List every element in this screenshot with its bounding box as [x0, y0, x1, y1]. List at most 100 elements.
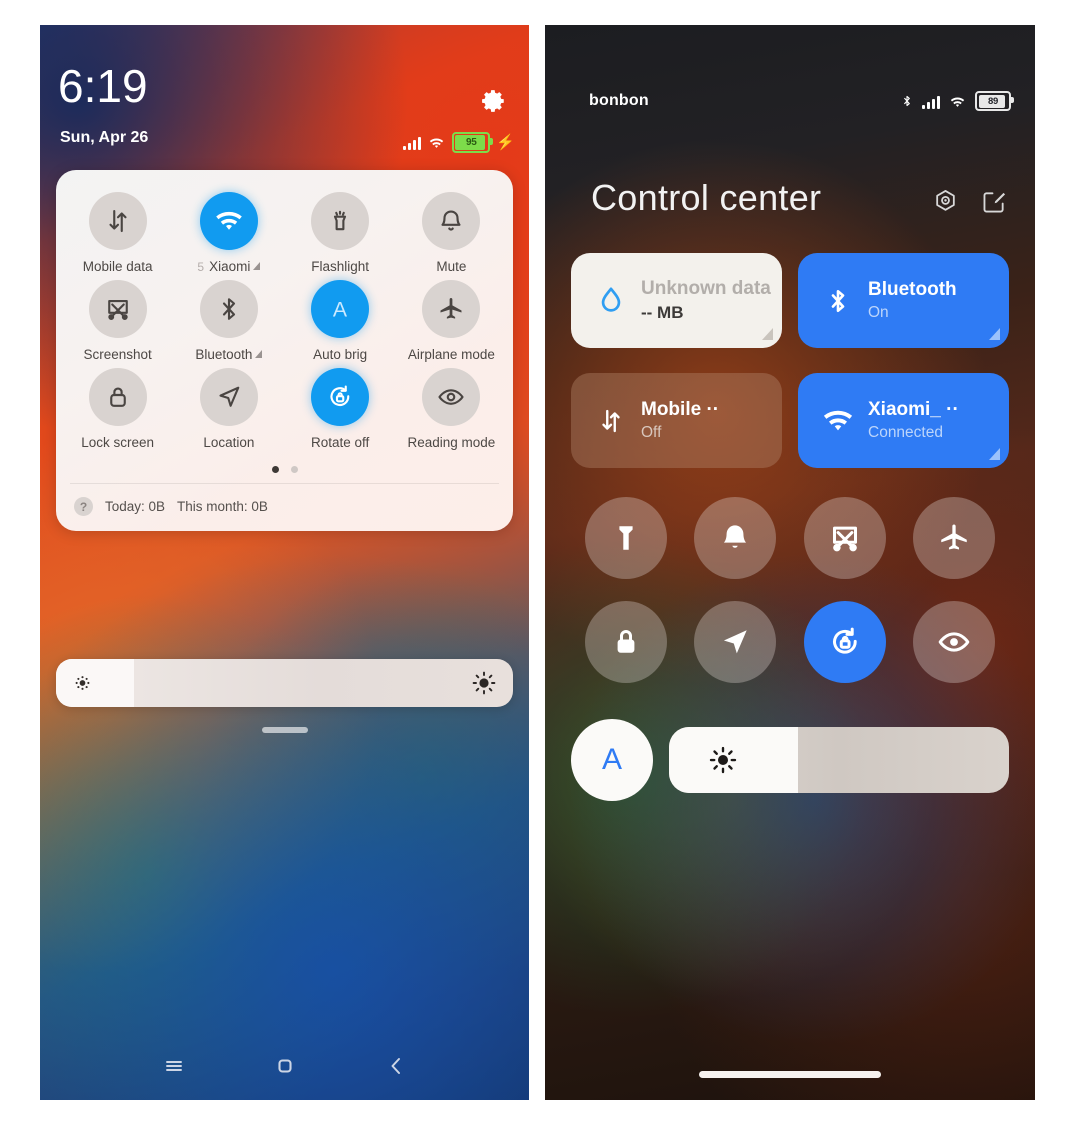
qs-tile-auto-brightness[interactable]: A Auto brig: [285, 280, 396, 362]
brightness-slider-right[interactable]: [669, 727, 1009, 793]
cc-tile-airplane-mode[interactable]: [913, 497, 996, 579]
cc-tile-location[interactable]: [694, 601, 777, 683]
quick-settings-card: Mobile data 5 Xiaomi Flashlight Mute Scr…: [56, 170, 513, 531]
signal-bars-icon: [922, 94, 940, 109]
back-chevron-icon[interactable]: [383, 1053, 409, 1079]
brightness-low-icon: [73, 674, 92, 693]
quick-settings-grid: Mobile data 5 Xiaomi Flashlight Mute Scr…: [56, 170, 513, 454]
cc-tile-mute[interactable]: [694, 497, 777, 579]
big-tile-title: Unknown data: [641, 278, 771, 300]
big-tile-text: Bluetooth On: [868, 279, 957, 322]
recents-menu-icon[interactable]: [161, 1053, 187, 1079]
airplane-icon[interactable]: [422, 280, 481, 338]
qs-label: Location: [203, 435, 255, 450]
qs-tile-reading-mode[interactable]: Reading mode: [396, 368, 507, 450]
home-indicator-bar[interactable]: [699, 1071, 881, 1078]
qs-tile-location[interactable]: Location: [173, 368, 284, 450]
expand-triangle-icon[interactable]: [255, 350, 263, 358]
big-tile-text: Mobile ·· Off: [641, 399, 719, 442]
brightness-high-icon: [708, 745, 738, 775]
signal-bars-icon: [403, 135, 422, 150]
bell-icon[interactable]: [422, 192, 481, 250]
wifi-icon[interactable]: [199, 192, 258, 250]
qs-label: Screenshot: [83, 347, 152, 362]
qs-tile-wifi[interactable]: 5 Xiaomi: [173, 192, 284, 274]
auto-brightness-a-icon[interactable]: A: [311, 280, 370, 338]
page-dot-2[interactable]: [290, 466, 298, 473]
page-indicator[interactable]: [56, 454, 513, 483]
cc-tile-lock-screen[interactable]: [584, 601, 667, 683]
rotate-lock-icon[interactable]: [311, 368, 370, 426]
left-status-bar: 6:19 Sun, Apr 26 95 ⚡: [40, 25, 529, 155]
page-dot-1[interactable]: [271, 466, 279, 473]
big-tile-mobile-data[interactable]: Mobile ·· Off: [571, 373, 782, 468]
auto-brightness-a-icon[interactable]: A: [571, 719, 653, 801]
bluetooth-icon: [904, 95, 910, 107]
big-tile-text: Unknown data -- MB: [641, 278, 771, 323]
big-tile-wifi[interactable]: Xiaomi_ ·· Connected: [798, 373, 1009, 468]
lightning-bolt-icon: ⚡: [496, 134, 515, 151]
qs-label: Rotate off: [310, 435, 370, 450]
control-center-grid: [571, 497, 1009, 683]
drag-handle[interactable]: [261, 727, 308, 733]
expand-triangle-icon[interactable]: [253, 262, 261, 270]
expand-triangle-icon[interactable]: [989, 448, 1000, 460]
location-arrow-icon[interactable]: [199, 368, 258, 426]
qs-tile-screenshot[interactable]: Screenshot: [62, 280, 173, 362]
big-tile-title: Bluetooth: [868, 279, 957, 301]
brightness-fill: [56, 659, 134, 707]
qs-label: Airplane mode: [407, 347, 495, 362]
gear-icon[interactable]: [481, 88, 507, 114]
right-system-icons: 89: [900, 91, 1014, 111]
big-tile-bluetooth[interactable]: Bluetooth On: [798, 253, 1009, 348]
brightness-slider-left[interactable]: [56, 659, 513, 707]
data-usage-row[interactable]: ? Today: 0B This month: 0B: [56, 484, 513, 531]
big-tile-subtitle: Connected: [868, 423, 943, 441]
home-square-icon[interactable]: [272, 1053, 298, 1079]
screenshot-icon[interactable]: [88, 280, 147, 338]
bluetooth-icon: [818, 286, 858, 316]
qs-label: Mute: [436, 259, 467, 274]
qs-tile-lock-screen[interactable]: Lock screen: [62, 368, 173, 450]
big-tile-title: Xiaomi_ ··: [868, 399, 959, 421]
data-usage-today: Today: 0B: [105, 499, 166, 514]
brightness-row: A: [571, 719, 1009, 801]
big-tile-text: Xiaomi_ ·· Connected: [868, 399, 959, 442]
expand-triangle-icon[interactable]: [989, 328, 1000, 340]
carrier-name: bonbon: [589, 92, 649, 109]
header-actions: [932, 188, 1007, 220]
big-tile-data-usage[interactable]: Unknown data -- MB: [571, 253, 782, 348]
cc-tile-reading-mode[interactable]: [913, 601, 996, 683]
eye-icon[interactable]: [422, 368, 481, 426]
cc-tile-screenshot[interactable]: [803, 497, 886, 579]
edit-pencil-icon[interactable]: [981, 189, 1007, 220]
question-mark-icon[interactable]: ?: [74, 497, 93, 516]
data-drop-icon: [591, 284, 631, 318]
right-phone-screen: bonbon 89 Control center Unknown data --…: [545, 25, 1035, 1100]
big-tile-subtitle: On: [868, 303, 889, 321]
qs-label: Reading mode: [407, 435, 496, 450]
big-tile-row-2: Mobile ·· Off Xiaomi_ ·· Connected: [571, 373, 1009, 468]
lock-icon[interactable]: [88, 368, 147, 426]
flashlight-icon[interactable]: [311, 192, 370, 250]
right-status-bar: bonbon 89: [545, 25, 1035, 113]
cc-tile-flashlight[interactable]: [584, 497, 667, 579]
wifi-prefix: 5: [197, 259, 205, 274]
qs-tile-rotate-off[interactable]: Rotate off: [285, 368, 396, 450]
qs-tile-mobile-data[interactable]: Mobile data: [62, 192, 173, 274]
qs-tile-bluetooth[interactable]: Bluetooth: [173, 280, 284, 362]
qs-tile-airplane-mode[interactable]: Airplane mode: [396, 280, 507, 362]
page-title: Control center: [591, 177, 822, 218]
cc-tile-rotate-off[interactable]: [803, 601, 886, 683]
wifi-icon: [818, 404, 858, 438]
qs-tile-flashlight[interactable]: Flashlight: [285, 192, 396, 274]
expand-triangle-icon[interactable]: [762, 328, 773, 340]
mobile-data-icon[interactable]: [88, 192, 147, 250]
qs-label: Lock screen: [81, 435, 155, 450]
qs-tile-mute[interactable]: Mute: [396, 192, 507, 274]
qs-label: 5 Xiaomi: [197, 259, 261, 274]
hex-settings-icon[interactable]: [932, 188, 959, 220]
bluetooth-icon[interactable]: [199, 280, 258, 338]
big-tile-subtitle: -- MB: [641, 302, 684, 322]
svg-text:A: A: [333, 298, 348, 322]
